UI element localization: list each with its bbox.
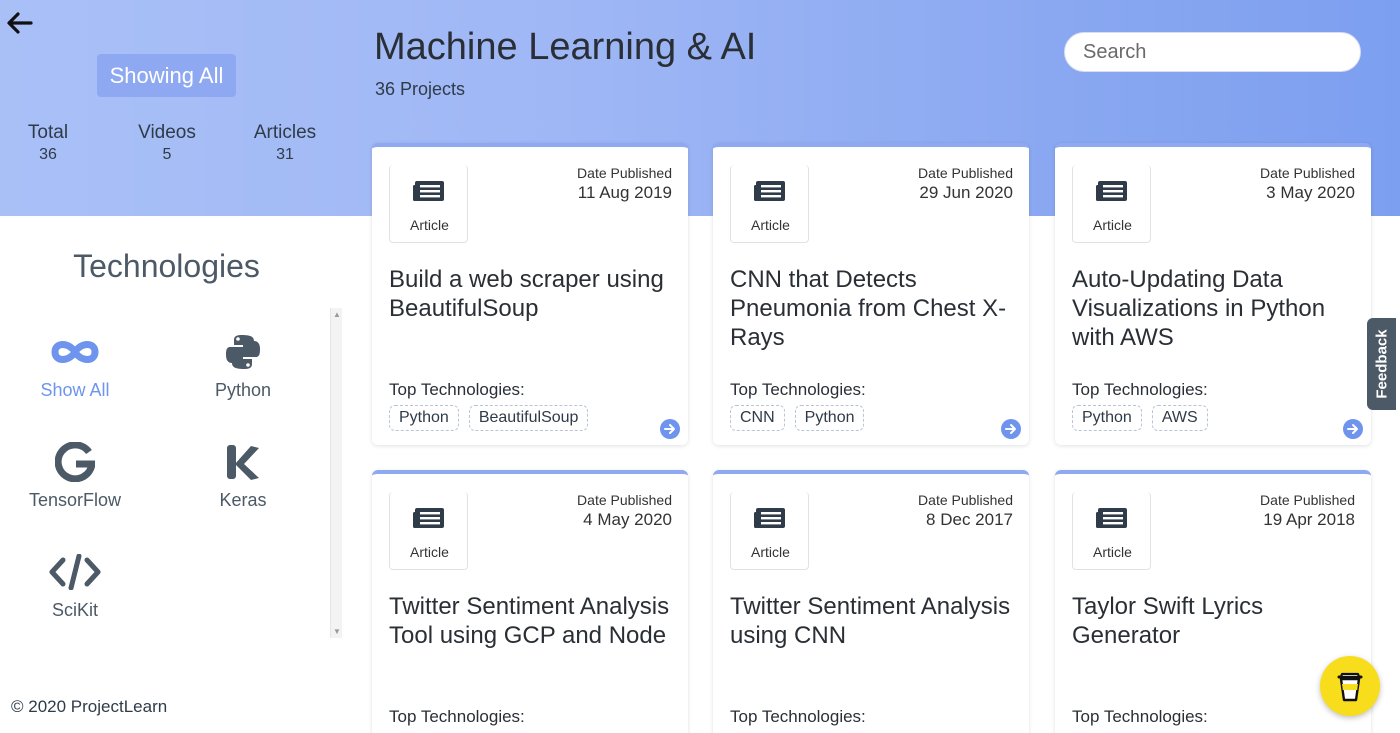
- project-card[interactable]: Article Date Published 4 May 2020 Twitte…: [372, 470, 688, 733]
- project-count: 36 Projects: [375, 79, 466, 99]
- stat-value: 36: [39, 146, 57, 163]
- project-card[interactable]: Article Date Published 3 May 2020 Auto-U…: [1055, 143, 1371, 445]
- article-icon: [1095, 179, 1129, 208]
- scroll-up-icon[interactable]: ▲: [333, 310, 341, 319]
- copyright: © 2020 ProjectLearn: [11, 697, 168, 716]
- tech-tag[interactable]: Python: [1072, 405, 1142, 431]
- project-title[interactable]: Auto-Updating Data Visualizations in Pyt…: [1072, 265, 1357, 352]
- date-published-value: 3 May 2020: [1266, 183, 1355, 202]
- buy-me-a-coffee-button[interactable]: [1320, 656, 1380, 716]
- date-published-label: Date Published: [577, 165, 672, 181]
- project-title[interactable]: Taylor Swift Lyrics Generator: [1072, 592, 1357, 650]
- tech-label: Show All: [40, 380, 110, 400]
- open-project-arrow-icon[interactable]: [660, 419, 680, 439]
- top-technologies-label: Top Technologies:: [389, 707, 525, 726]
- tensorflow-icon: [0, 440, 150, 484]
- tech-tag[interactable]: CNN: [730, 405, 785, 431]
- stat-articles: Articles 31: [230, 122, 340, 166]
- date-published-value: 4 May 2020: [583, 510, 672, 529]
- content-type-badge: Article: [730, 165, 809, 243]
- open-project-arrow-icon[interactable]: [1343, 419, 1363, 439]
- content-type-label: Article: [410, 544, 449, 560]
- content-type-badge: Article: [389, 492, 468, 570]
- article-icon: [753, 506, 787, 535]
- date-published-value: 8 Dec 2017: [926, 510, 1013, 529]
- content-type-label: Article: [1093, 217, 1132, 233]
- date-published-label: Date Published: [1260, 165, 1355, 181]
- feedback-label: Feedback: [1373, 329, 1390, 399]
- content-type-badge: Article: [1072, 492, 1151, 570]
- tech-item-python[interactable]: Python: [168, 330, 318, 420]
- technologies-heading: Technologies: [73, 248, 260, 284]
- technology-scrollbar[interactable]: ▲ ▼: [330, 308, 342, 638]
- date-published-label: Date Published: [1260, 492, 1355, 508]
- article-icon: [753, 179, 787, 208]
- project-card[interactable]: Article Date Published 8 Dec 2017 Twitte…: [713, 470, 1029, 733]
- tech-label: Python: [214, 380, 272, 400]
- keras-icon: [168, 440, 318, 484]
- date-published-label: Date Published: [577, 492, 672, 508]
- article-icon: [412, 179, 446, 208]
- top-technologies-label: Top Technologies:: [730, 707, 866, 726]
- content-type-badge: Article: [730, 492, 809, 570]
- stat-total: Total 36: [0, 122, 103, 166]
- tech-tag-list: Python BeautifulSoup: [389, 405, 589, 431]
- article-icon: [1095, 506, 1129, 535]
- page-title: Machine Learning & AI: [374, 26, 757, 68]
- tech-tag-list: CNN Python: [730, 405, 865, 431]
- stat-videos: Videos 5: [112, 122, 222, 166]
- showing-all-button[interactable]: Showing All: [97, 54, 236, 97]
- date-published-label: Date Published: [918, 492, 1013, 508]
- date-published-value: 11 Aug 2019: [577, 183, 672, 202]
- date-published-label: Date Published: [918, 165, 1013, 181]
- tech-tag[interactable]: Python: [389, 405, 459, 431]
- article-icon: [412, 506, 446, 535]
- back-arrow-icon[interactable]: [4, 8, 34, 38]
- date-published-value: 29 Jun 2020: [919, 183, 1013, 202]
- stat-value: 5: [162, 146, 172, 163]
- tech-tag-list: Python AWS: [1072, 405, 1208, 431]
- top-technologies-label: Top Technologies:: [389, 380, 525, 399]
- stat-label: Videos: [138, 122, 196, 143]
- stat-value: 31: [276, 146, 294, 163]
- tech-item-tensorflow[interactable]: TensorFlow: [0, 440, 150, 530]
- content-type-label: Article: [410, 217, 449, 233]
- search-input[interactable]: [1064, 32, 1361, 72]
- project-card[interactable]: Article Date Published 11 Aug 2019 Build…: [372, 143, 688, 445]
- tech-item-show-all[interactable]: Show All: [0, 330, 150, 420]
- project-title[interactable]: Twitter Sentiment Analysis Tool using GC…: [389, 592, 674, 650]
- code-icon: [0, 550, 150, 594]
- tech-label: SciKit: [51, 600, 98, 620]
- tech-label: TensorFlow: [28, 490, 122, 510]
- infinity-icon: [0, 330, 150, 374]
- tech-label: Keras: [219, 490, 267, 510]
- feedback-tab[interactable]: Feedback: [1367, 318, 1396, 410]
- technology-list: Show All Python TensorFlow Keras SciKit: [0, 320, 330, 640]
- python-icon: [168, 330, 318, 374]
- tech-tag[interactable]: AWS: [1151, 405, 1208, 431]
- scroll-down-icon[interactable]: ▼: [333, 627, 341, 636]
- stat-label: Total: [27, 122, 69, 143]
- date-published-value: 19 Apr 2018: [1263, 510, 1355, 529]
- project-title[interactable]: Build a web scraper using BeautifulSoup: [389, 265, 674, 323]
- stat-label: Articles: [253, 122, 317, 143]
- project-card[interactable]: Article Date Published 29 Jun 2020 CNN t…: [713, 143, 1029, 445]
- project-title[interactable]: Twitter Sentiment Analysis using CNN: [730, 592, 1015, 650]
- top-technologies-label: Top Technologies:: [1072, 707, 1208, 726]
- content-type-label: Article: [751, 544, 790, 560]
- project-title[interactable]: CNN that Detects Pneumonia from Chest X-…: [730, 265, 1015, 352]
- content-type-label: Article: [1093, 544, 1132, 560]
- content-type-badge: Article: [1072, 165, 1151, 243]
- tech-item-scikit[interactable]: SciKit: [0, 550, 150, 640]
- tech-tag[interactable]: BeautifulSoup: [468, 405, 589, 431]
- top-technologies-label: Top Technologies:: [730, 380, 866, 399]
- tech-item-keras[interactable]: Keras: [168, 440, 318, 530]
- content-type-badge: Article: [389, 165, 468, 243]
- tech-tag[interactable]: Python: [794, 405, 865, 431]
- open-project-arrow-icon[interactable]: [1001, 419, 1021, 439]
- top-technologies-label: Top Technologies:: [1072, 380, 1208, 399]
- content-type-label: Article: [751, 217, 790, 233]
- coffee-cup-icon: [1337, 672, 1363, 702]
